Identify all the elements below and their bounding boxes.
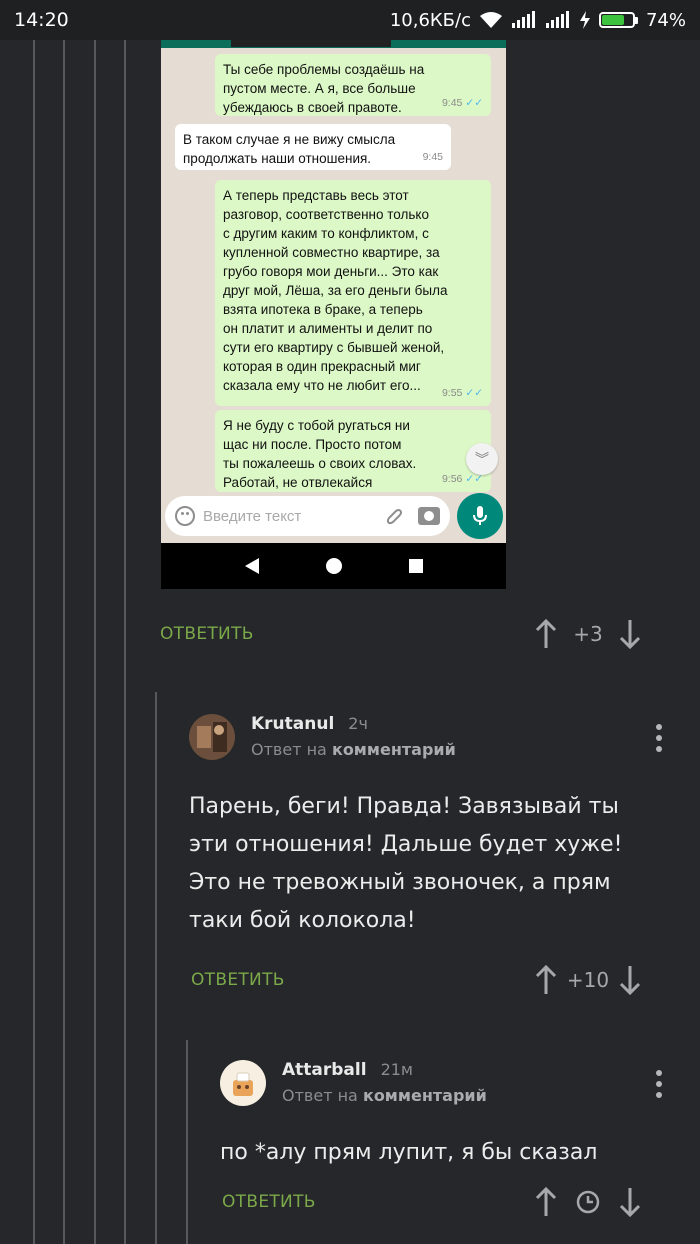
message-input-bar — [165, 496, 450, 536]
comment-author[interactable]: Attarball — [282, 1060, 367, 1080]
thread-line — [124, 40, 126, 1244]
thread-line — [155, 692, 157, 1244]
comment-text: Парень, беги! Правда! Завязывай ты эти о… — [189, 794, 623, 933]
battery-icon — [598, 12, 638, 28]
comment-header: Krutanul 2ч Ответ на комментарий — [189, 714, 456, 760]
home-icon — [325, 558, 342, 574]
emoji-icon — [175, 506, 195, 526]
status-time: 14:20 — [14, 9, 69, 31]
chat-message: В таком случае я не вижу смысла продолжа… — [175, 124, 451, 170]
thread-line — [94, 40, 96, 1244]
more-options-icon[interactable] — [656, 724, 662, 752]
wifi-icon — [479, 12, 502, 28]
avatar[interactable] — [189, 714, 235, 760]
comment-actions: ОТВЕТИТЬ — [222, 1184, 681, 1220]
vote-controls: +10 — [532, 962, 644, 998]
comment-time: 21м — [380, 1060, 413, 1079]
charging-icon — [579, 11, 590, 29]
comment-actions: ОТВЕТИТЬ +3 — [160, 616, 680, 652]
upvote-arrow-icon[interactable] — [532, 616, 560, 652]
battery-percent: 74% — [645, 9, 686, 31]
score-pending-clock-icon — [560, 1189, 616, 1216]
chat-message: Ты себе проблемы создаёшь на пустом мест… — [215, 54, 491, 116]
mic-icon — [457, 493, 503, 539]
status-icons: 10,6КБ/с 74% — [390, 10, 686, 31]
attach-icon — [386, 509, 402, 525]
signal-icon-2 — [545, 11, 569, 28]
scroll-down-icon: ︾ — [466, 443, 498, 475]
reply-button[interactable]: ОТВЕТИТЬ — [160, 624, 254, 644]
reply-to-line: Ответ на комментарий — [282, 1086, 487, 1105]
comment-score: +10 — [566, 968, 610, 992]
comment-score: +3 — [573, 622, 603, 646]
downvote-arrow-icon[interactable] — [616, 1184, 644, 1220]
reply-button[interactable]: ОТВЕТИТЬ — [191, 970, 285, 990]
thread-line — [63, 40, 65, 1244]
comment-text: по *алу прям лупит, я бы сказал — [220, 1140, 598, 1165]
comment-header: Attarball 21м Ответ на комментарий — [220, 1060, 487, 1106]
camera-icon — [418, 507, 440, 525]
reply-button[interactable]: ОТВЕТИТЬ — [222, 1192, 316, 1212]
vote-controls: +3 — [532, 616, 644, 652]
chat-message: А теперь представь весь этот разговор, с… — [215, 180, 491, 406]
comment-actions: ОТВЕТИТЬ +10 — [191, 962, 681, 998]
upvote-arrow-icon[interactable] — [532, 962, 560, 998]
downvote-arrow-icon[interactable] — [616, 616, 644, 652]
downvote-arrow-icon[interactable] — [616, 962, 644, 998]
read-check-icon: ✓✓ — [465, 387, 483, 399]
network-speed: 10,6КБ/с — [389, 9, 471, 31]
more-options-icon[interactable] — [656, 1070, 662, 1098]
comment-time: 2ч — [348, 714, 368, 733]
signal-icon — [511, 11, 535, 28]
upvote-arrow-icon[interactable] — [532, 1184, 560, 1220]
android-nav-bar — [161, 543, 506, 589]
recents-icon — [408, 559, 423, 573]
thread-line — [33, 40, 35, 1244]
chat-message: Я не буду с тобой ругаться ни щас ни пос… — [215, 410, 491, 492]
comment-author[interactable]: Krutanul — [251, 714, 334, 734]
thread-line — [186, 1040, 188, 1244]
read-check-icon: ✓✓ — [465, 97, 483, 109]
reply-target-link[interactable]: комментарий — [332, 740, 456, 759]
vote-controls — [532, 1184, 644, 1220]
reply-to-line: Ответ на комментарий — [251, 740, 456, 759]
message-input — [203, 507, 363, 525]
avatar[interactable] — [220, 1060, 266, 1106]
back-icon — [244, 558, 259, 574]
reply-target-link[interactable]: комментарий — [363, 1086, 487, 1105]
chat-screenshot-image: Ты себе проблемы создаёшь на пустом мест… — [161, 40, 506, 589]
status-bar: 14:20 10,6КБ/с 74% — [0, 0, 700, 40]
